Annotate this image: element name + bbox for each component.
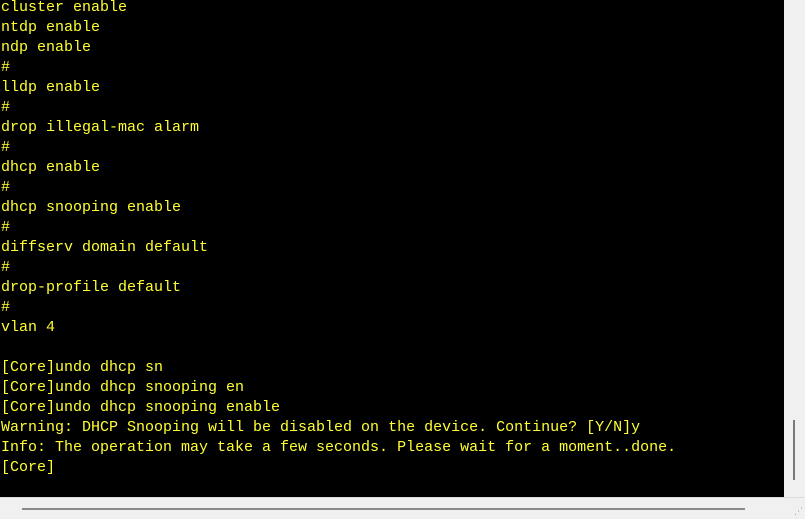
terminal-output[interactable]: cluster enable ntdp enable ndp enable # …	[0, 0, 784, 497]
terminal-line: [Core]undo dhcp snooping en	[1, 379, 245, 396]
terminal-line: dhcp enable	[1, 159, 101, 176]
terminal-line: cluster enable	[1, 0, 128, 16]
terminal-line: vlan 4	[1, 319, 56, 336]
vertical-scrollbar[interactable]	[784, 0, 805, 497]
terminal-line: drop-profile default	[1, 279, 182, 296]
terminal-line: Warning: DHCP Snooping will be disabled …	[1, 419, 641, 436]
terminal-line: Info: The operation may take a few secon…	[1, 439, 677, 456]
terminal-line: #	[1, 219, 11, 236]
terminal-line: #	[1, 259, 11, 276]
terminal-line: #	[1, 139, 11, 156]
terminal-line: #	[1, 179, 11, 196]
terminal-line: [Core]undo dhcp sn	[1, 359, 164, 376]
horizontal-scrollbar[interactable]: ⋰	[0, 497, 805, 519]
vertical-scrollbar-thumb[interactable]	[793, 420, 795, 480]
terminal-line: ntdp enable	[1, 19, 101, 36]
terminal-line: #	[1, 59, 11, 76]
terminal-line: dhcp snooping enable	[1, 199, 182, 216]
terminal-line: [Core]undo dhcp snooping enable	[1, 399, 281, 416]
terminal-line: #	[1, 99, 11, 116]
horizontal-scrollbar-thumb[interactable]	[22, 508, 745, 510]
terminal-window: cluster enable ntdp enable ndp enable # …	[0, 0, 805, 519]
terminal-line: diffserv domain default	[1, 239, 209, 256]
terminal-prompt: [Core]	[1, 459, 56, 476]
resize-grip-icon[interactable]: ⋰	[791, 506, 803, 518]
terminal-line: #	[1, 299, 11, 316]
terminal-line: lldp enable	[1, 79, 101, 96]
terminal-line: drop illegal-mac alarm	[1, 119, 200, 136]
terminal-line: ndp enable	[1, 39, 92, 56]
